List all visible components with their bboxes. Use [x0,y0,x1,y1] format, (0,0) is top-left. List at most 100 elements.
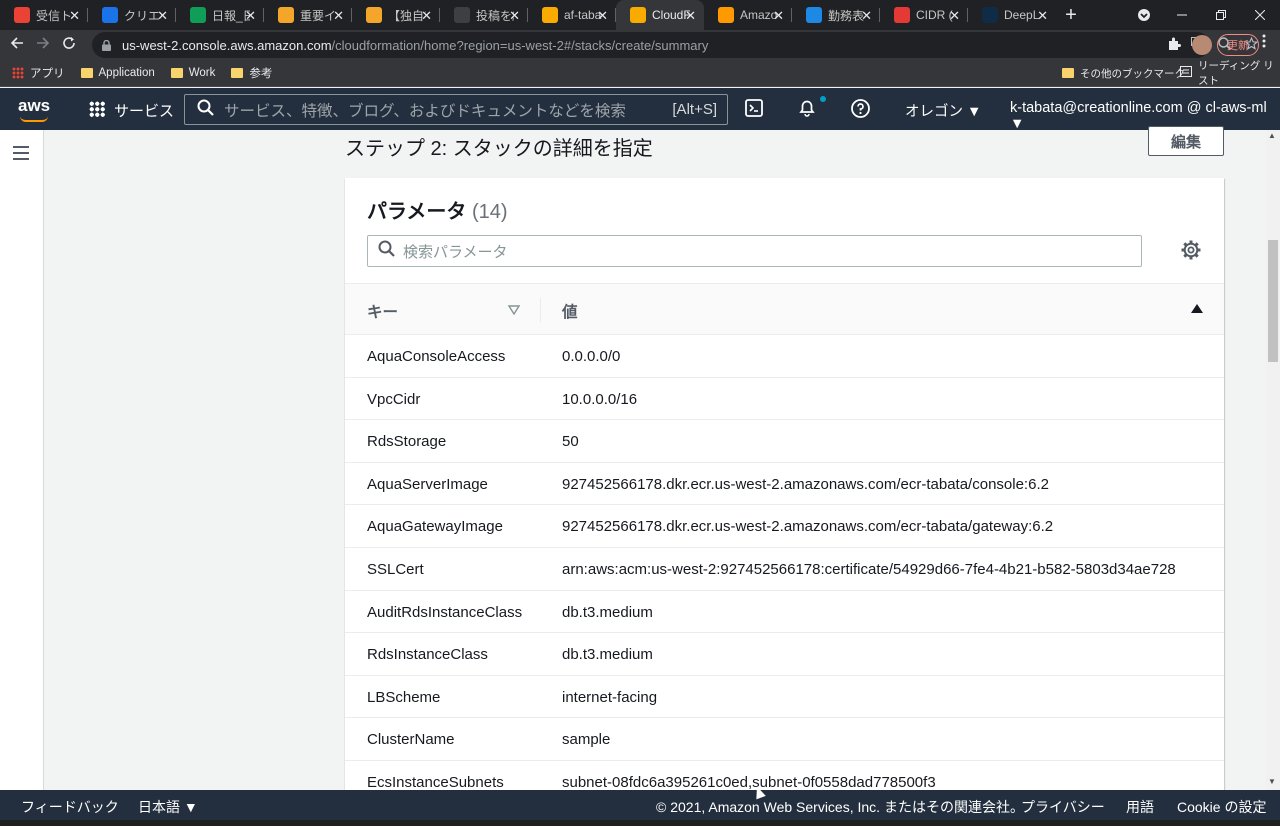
privacy-link[interactable]: プライバシー [1021,797,1105,817]
browser-tab[interactable]: 投稿を編✕ [440,0,528,30]
column-divider[interactable] [540,298,541,322]
table-row: AquaGatewayImage 927452566178.dkr.ecr.us-… [345,505,1224,548]
scrollbar-track[interactable] [1266,130,1280,790]
tab-close-icon[interactable]: ✕ [333,8,344,24]
tab-close-icon[interactable]: ✕ [861,8,872,24]
side-navigation [0,130,44,790]
parameter-key: AquaServerImage [367,475,488,493]
address-bar[interactable]: us-west-2.console.aws.amazon.com/cloudfo… [92,32,1259,58]
parameter-search-input[interactable]: 検索パラメータ [367,235,1142,267]
browser-tab[interactable]: 勤務表 ✕ [792,0,880,30]
tab-close-icon[interactable]: ✕ [949,8,960,24]
account-menu[interactable]: k-tabata@creationline.com @ cl-aws-ml ▼ [1010,100,1280,132]
new-tab-button[interactable]: + [1056,0,1086,30]
profile-avatar[interactable] [1192,35,1212,55]
parameter-value: 927452566178.dkr.ecr.us-west-2.amazonaws… [562,475,1049,493]
hamburger-menu-icon[interactable] [13,146,29,160]
sort-triangle-icon[interactable] [507,302,521,320]
parameter-value: db.t3.medium [562,646,653,664]
parameters-panel: パラメータ (14) 検索パラメータ キー 値 AquaConsoleAcces… [345,178,1224,790]
tab-close-icon[interactable]: ✕ [597,8,608,24]
os-taskbar [0,820,1280,826]
table-row: RdsInstanceClass db.t3.medium [345,633,1224,676]
region-selector[interactable]: オレゴン ▼ [905,100,981,121]
tab-close-icon[interactable]: ✕ [685,8,696,24]
parameter-key: RdsInstanceClass [367,646,488,664]
edit-button[interactable]: 編集 [1148,126,1224,156]
browser-tab[interactable]: 受信トレ✕ [0,0,88,30]
console-footer: フィードバック 日本語 ▼ © 2021, Amazon Web Service… [0,790,1280,820]
step-title: ステップ 2: スタックの詳細を指定 [345,138,653,160]
tab-close-icon[interactable]: ✕ [1037,8,1048,24]
parameter-key: AuditRdsInstanceClass [367,603,523,621]
browser-tab[interactable]: CIDR (✕ [880,0,968,30]
browser-tab[interactable]: 重要インフォ✕ [264,0,352,30]
tab-favicon-icon [894,7,910,23]
feedback-link[interactable]: フィードバック [21,797,119,817]
reading-list-label: リーディング リスト [1198,60,1274,87]
browser-tab[interactable]: af-taba ✕ [528,0,616,30]
browser-tab[interactable]: クリエーション✕ [88,0,176,30]
gear-icon[interactable] [1181,240,1201,265]
tab-close-icon[interactable]: ✕ [509,8,520,24]
browser-tab-strip: 受信トレ✕クリエーション✕日報_日✕重要インフォ✕【独自ア✕投稿を編✕af-ta… [0,0,1280,30]
parameter-key: VpcCidr [367,390,421,408]
table-row: AuditRdsInstanceClass db.t3.medium [345,591,1224,634]
url-path: /cloudformation/home?region=us-west-2#/s… [331,37,709,53]
parameter-key: LBScheme [367,688,441,706]
extensions-icon[interactable] [1167,37,1181,56]
collapse-triangle-icon[interactable] [1191,304,1203,313]
cloudshell-icon[interactable] [745,99,763,121]
reload-icon[interactable] [56,36,82,55]
tab-close-icon[interactable]: ✕ [245,8,256,24]
parameter-count: (14) [471,201,508,223]
tab-list: 受信トレ✕クリエーション✕日報_日✕重要インフォ✕【独自ア✕投稿を編✕af-ta… [0,0,1056,30]
bookmark-folder-work[interactable]: Work [170,67,215,79]
tab-close-icon[interactable]: ✕ [421,8,432,24]
close-window-icon[interactable] [1240,0,1280,30]
back-arrow-icon[interactable] [4,36,30,55]
scroll-down-arrow-icon[interactable]: ▼ [1268,777,1276,786]
update-button[interactable]: 更新 [1217,34,1259,56]
browser-tab[interactable]: 日報_日 ✕ [176,0,264,30]
maximize-icon[interactable] [1201,0,1241,30]
browser-tab[interactable]: CloudF ✕ [616,0,704,30]
minimize-icon[interactable] [1162,0,1202,30]
column-header-key[interactable]: キー [367,300,398,322]
reading-list[interactable]: リーディング リスト [1180,58,1280,88]
scroll-up-arrow-icon[interactable]: ▲ [1268,131,1276,140]
tab-close-icon[interactable]: ✕ [157,8,168,24]
tab-close-icon[interactable]: ✕ [773,8,784,24]
other-bookmarks[interactable]: その他のブックマーク [1062,66,1185,81]
scrollbar-thumb[interactable] [1268,240,1278,362]
tab-close-icon[interactable]: ✕ [69,8,80,24]
tab-favicon-icon [542,7,558,23]
table-row: VpcCidr 10.0.0.0/16 [345,378,1224,421]
parameter-value: sample [562,731,611,749]
browser-tab[interactable]: Amazon✕ [704,0,792,30]
tab-favicon-icon [806,7,822,23]
folder-icon [80,68,93,78]
terms-link[interactable]: 用語 [1126,797,1154,817]
language-selector[interactable]: 日本語 ▼ [138,797,198,817]
panel-title-text: パラメータ [367,201,467,223]
browser-tab[interactable]: DeepL ✕ [968,0,1056,30]
aws-logo[interactable]: aws [18,96,50,116]
table-row: SSLCert arn:aws:acm:us-west-2:92745256617… [345,548,1224,591]
table-row: AquaServerImage 927452566178.dkr.ecr.us-w… [345,463,1224,506]
browser-menu-icon[interactable] [1262,34,1266,51]
forward-arrow-icon[interactable] [30,36,56,55]
tab-search-icon[interactable] [1124,0,1164,30]
parameter-key: AquaGatewayImage [367,518,503,536]
aws-search-input[interactable]: サービス、特徴、ブログ、およびドキュメントなどを検索 [Alt+S] [184,94,728,125]
browser-tab[interactable]: 【独自ア✕ [352,0,440,30]
bell-icon[interactable] [798,99,816,121]
help-icon[interactable] [851,99,870,122]
parameter-value: arn:aws:acm:us-west-2:927452566178:certi… [562,560,1176,578]
bookmark-apps[interactable]: アプリ [0,65,65,81]
services-grid-icon[interactable] [89,101,105,117]
bookmark-folder-application[interactable]: Application [80,67,155,79]
cookie-settings-link[interactable]: Cookie の設定 [1177,797,1266,817]
bookmark-folder-reference[interactable]: 参考 [231,65,272,81]
services-menu[interactable]: サービス [114,100,174,121]
